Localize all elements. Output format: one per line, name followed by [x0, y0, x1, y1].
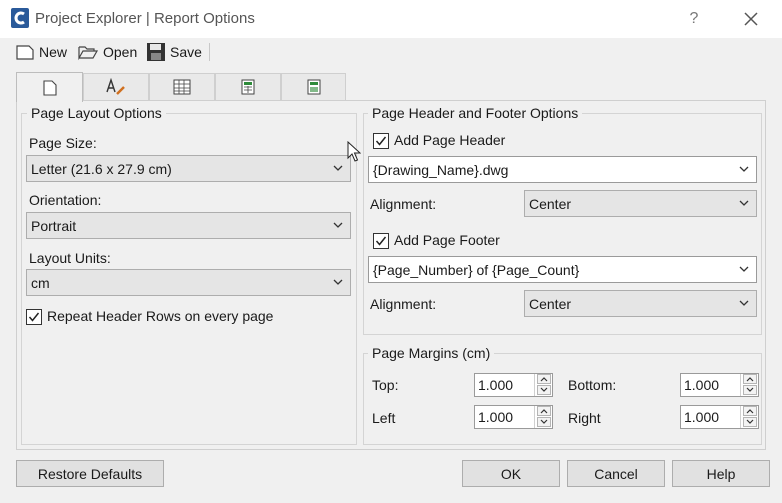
header-alignment-select[interactable]: Center [524, 190, 757, 217]
checkmark-icon [375, 236, 387, 246]
checkmark-icon [28, 312, 40, 322]
new-button[interactable]: New [15, 40, 67, 64]
spin-up-icon[interactable] [537, 374, 551, 384]
margin-right-value[interactable]: 1.000 [684, 409, 719, 425]
restore-defaults-button[interactable]: Restore Defaults [16, 460, 164, 487]
orientation-value: Portrait [31, 217, 77, 234]
spin-up-icon[interactable] [537, 406, 551, 416]
calculator-icon [241, 79, 255, 95]
chevron-down-icon [333, 165, 343, 171]
header-text-value[interactable]: {Drawing_Name}.dwg [373, 162, 508, 178]
margin-bottom-label: Bottom: [568, 377, 617, 393]
add-footer-label[interactable]: Add Page Footer [394, 232, 500, 248]
open-button[interactable]: Open [77, 40, 137, 64]
margin-bottom-spinner[interactable]: 1.000 [680, 373, 759, 397]
spin-down-icon[interactable] [537, 417, 551, 427]
spin-down-icon[interactable] [537, 385, 551, 395]
margin-top-value[interactable]: 1.000 [478, 377, 513, 393]
tab-text-format[interactable] [83, 73, 149, 100]
add-header-label[interactable]: Add Page Header [394, 132, 505, 148]
margin-left-label: Left [372, 410, 396, 426]
spin-up-icon[interactable] [743, 374, 757, 384]
page-icon [42, 79, 57, 96]
checkmark-icon [375, 136, 387, 146]
header-alignment-value: Center [529, 195, 572, 212]
header-alignment-label: Alignment: [370, 196, 437, 212]
chevron-down-icon [333, 222, 343, 228]
chevron-down-icon [739, 300, 749, 306]
spinner-arrows [740, 406, 758, 428]
header-text-combo[interactable]: {Drawing_Name}.dwg [368, 156, 757, 183]
spin-down-icon[interactable] [743, 385, 757, 395]
toolbar-separator [209, 43, 210, 61]
totals-icon [307, 79, 320, 95]
open-button-label: Open [103, 44, 138, 60]
margin-right-label: Right [568, 410, 601, 426]
margin-left-value[interactable]: 1.000 [478, 409, 513, 425]
margin-top-spinner[interactable]: 1.000 [474, 373, 553, 397]
page-layout-legend: Page Layout Options [27, 105, 166, 121]
footer-text-combo[interactable]: {Page_Number} of {Page_Count} [368, 256, 757, 283]
header-footer-legend: Page Header and Footer Options [368, 105, 583, 121]
page-size-value: Letter (21.6 x 27.9 cm) [31, 160, 172, 177]
footer-alignment-value: Center [529, 295, 572, 312]
save-button-label: Save [170, 44, 202, 60]
text-format-icon [106, 78, 125, 95]
page-margins-legend: Page Margins (cm) [368, 345, 495, 361]
margin-left-spinner[interactable]: 1.000 [474, 405, 553, 429]
cancel-button[interactable]: Cancel [567, 460, 665, 487]
help-icon[interactable]: ? [683, 8, 705, 30]
ok-button[interactable]: OK [462, 460, 560, 487]
footer-alignment-label: Alignment: [370, 296, 437, 312]
tab-totals[interactable] [281, 73, 346, 100]
app-logo-icon [11, 8, 29, 28]
chevron-down-icon [333, 279, 343, 285]
layout-units-value: cm [31, 274, 50, 291]
layout-units-select[interactable]: cm [26, 269, 351, 296]
toolbar: New Open Save [0, 38, 782, 66]
margin-right-spinner[interactable]: 1.000 [680, 405, 759, 429]
spinner-arrows [534, 374, 552, 396]
tab-table[interactable] [149, 73, 215, 100]
footer-text-value[interactable]: {Page_Number} of {Page_Count} [373, 262, 579, 278]
spin-up-icon[interactable] [743, 406, 757, 416]
repeat-header-label[interactable]: Repeat Header Rows on every page [47, 308, 273, 324]
close-icon[interactable] [739, 7, 763, 31]
repeat-header-checkbox[interactable] [26, 309, 42, 325]
margin-top-label: Top: [372, 377, 399, 393]
table-grid-icon [173, 79, 191, 95]
tab-columns[interactable] [215, 73, 281, 100]
folder-open-icon [78, 46, 99, 61]
chevron-down-icon [739, 166, 749, 172]
footer-alignment-select[interactable]: Center [524, 290, 757, 317]
new-button-label: New [39, 44, 68, 60]
chevron-down-icon [739, 200, 749, 206]
page-size-select[interactable]: Letter (21.6 x 27.9 cm) [26, 155, 351, 182]
margin-bottom-value[interactable]: 1.000 [684, 377, 719, 393]
spinner-arrows [534, 406, 552, 428]
title-bar: Project Explorer | Report Options ? [0, 0, 782, 38]
page-size-label: Page Size: [29, 135, 97, 151]
window-title: Project Explorer | Report Options [35, 10, 255, 27]
tab-page-layout[interactable] [16, 72, 83, 102]
add-footer-checkbox[interactable] [373, 233, 389, 249]
orientation-select[interactable]: Portrait [26, 212, 351, 239]
chevron-down-icon [739, 266, 749, 272]
save-button[interactable]: Save [146, 40, 202, 64]
spin-down-icon[interactable] [743, 417, 757, 427]
save-disk-icon [147, 43, 165, 61]
layout-units-label: Layout Units: [29, 250, 111, 266]
help-button[interactable]: Help [672, 460, 770, 487]
add-header-checkbox[interactable] [373, 133, 389, 149]
orientation-label: Orientation: [29, 192, 102, 208]
mouse-cursor-icon [347, 141, 361, 162]
new-document-icon [16, 45, 34, 60]
spinner-arrows [740, 374, 758, 396]
page-margins-group [363, 353, 762, 445]
